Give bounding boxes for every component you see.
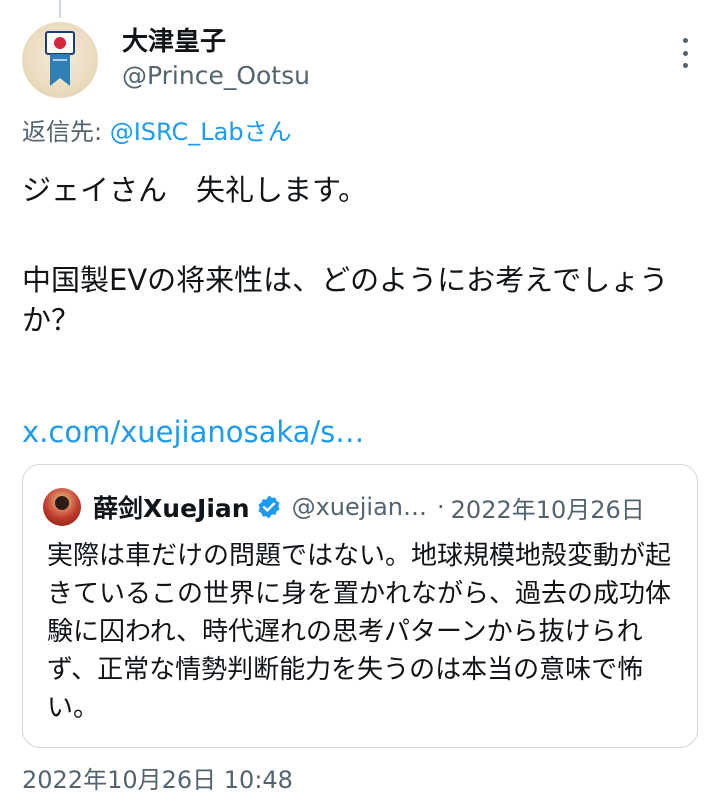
verified-badge-icon <box>258 495 280 519</box>
quoted-tweet-header: 薛剑XueJian @xuejian… · 2022年10月26日 <box>43 487 683 527</box>
quoted-tweet-card[interactable]: 薛剑XueJian @xuejian… · 2022年10月26日 実際は車だけ… <box>22 464 698 748</box>
tweet-link[interactable]: x.com/xuejianosaka/s… <box>22 412 364 452</box>
quoted-tweet-text: 実際は車だけの問題ではない。地球規模地殻変動が起きているこの世界に身を置かれなが… <box>47 541 672 723</box>
more-options-icon[interactable] <box>678 38 692 68</box>
thread-connector-line <box>59 0 61 18</box>
author-display-name[interactable]: 大津皇子 <box>122 26 310 58</box>
tweet-text-line-1: ジェイさん 失礼します。 <box>22 173 368 207</box>
tweet-text: ジェイさん 失礼します。 中国製EVの将来性は、どのようにお考えでしょうか？ <box>22 170 698 340</box>
author-avatar[interactable] <box>22 22 98 98</box>
pin-badge-icon <box>45 31 75 86</box>
quoted-tweet-date: 2022年10月26日 <box>450 495 645 524</box>
quoted-author-avatar <box>43 488 81 526</box>
author-handle[interactable]: @Prince_Ootsu <box>122 60 310 92</box>
quoted-author-name: 薛剑XueJian <box>93 494 250 523</box>
reply-to-prefix: 返信先: <box>22 118 110 146</box>
tweet-header: 大津皇子 @Prince_Ootsu <box>22 20 698 98</box>
quoted-author-handle: @xuejian… <box>291 493 428 521</box>
reply-to-mention[interactable]: @ISRC_Labさん <box>110 118 292 146</box>
tweet-text-line-2: 中国製EVの将来性は、どのようにお考えでしょうか？ <box>22 263 669 337</box>
quoted-separator-dot: · <box>437 493 445 521</box>
reply-to-line: 返信先: @ISRC_Labさん <box>22 116 292 148</box>
tweet-timestamp[interactable]: 2022年10月26日 10:48 <box>22 764 293 796</box>
